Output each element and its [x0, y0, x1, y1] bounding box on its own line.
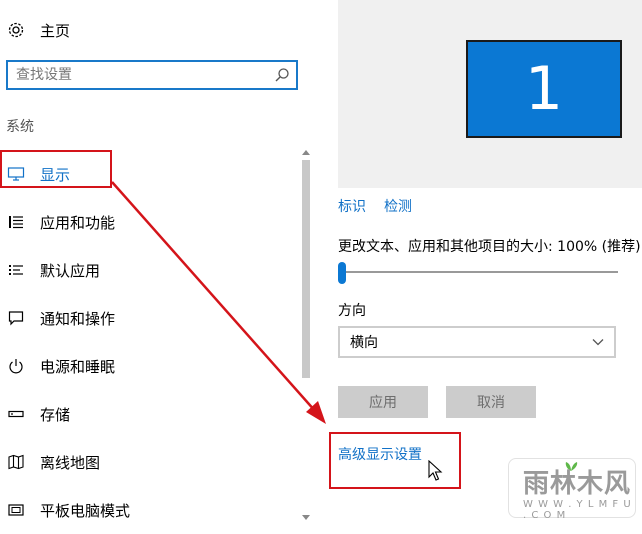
- sidebar-item-offline-maps[interactable]: 离线地图: [0, 438, 300, 486]
- chevron-down-icon: [592, 336, 604, 348]
- scroll-down-icon[interactable]: [302, 515, 310, 520]
- sidebar-item-notifications[interactable]: 通知和操作: [0, 294, 300, 342]
- watermark-logo: 雨林木风 W W W . Y L M F U . C O M: [508, 458, 636, 521]
- settings-sidebar: 主页 系统 显示 应用和功能 默认应用: [0, 0, 318, 522]
- sidebar-item-label: 离线地图: [40, 453, 101, 472]
- sidebar-item-storage[interactable]: 存储: [0, 390, 300, 438]
- sidebar-item-tablet-mode[interactable]: 平板电脑模式: [0, 486, 300, 534]
- sidebar-item-label: 通知和操作: [40, 309, 116, 328]
- sidebar-item-label: 电源和睡眠: [40, 357, 116, 376]
- sidebar-item-label: 应用和功能: [40, 213, 116, 232]
- gear-icon: [6, 20, 26, 40]
- watermark-brand: 雨林木风: [523, 469, 632, 499]
- orientation-value: 横向: [350, 335, 378, 351]
- display-preview: 1: [338, 0, 642, 188]
- tablet-icon: [6, 500, 26, 520]
- watermark-url: W W W . Y L M F U . C O M: [523, 499, 632, 521]
- sidebar-nav: 显示 应用和功能 默认应用 通知和操作 电源和睡眠 存储 离线地图 平板电脑模式: [0, 150, 300, 534]
- sidebar-item-label: 默认应用: [40, 261, 101, 280]
- sidebar-scrollbar[interactable]: [301, 150, 311, 522]
- identify-link[interactable]: 标识: [338, 196, 366, 216]
- search-input[interactable]: [8, 62, 276, 88]
- notification-icon: [6, 308, 26, 328]
- slider-thumb[interactable]: [338, 262, 346, 284]
- orientation-label: 方向: [338, 303, 366, 319]
- scrollbar-thumb[interactable]: [302, 160, 310, 378]
- apply-button[interactable]: 应用: [338, 386, 428, 418]
- storage-icon: [6, 404, 26, 424]
- slider-track: [338, 271, 618, 273]
- orientation-select[interactable]: 横向: [338, 326, 616, 358]
- scale-slider[interactable]: [338, 260, 618, 284]
- map-icon: [6, 452, 26, 472]
- section-label-system: 系统: [6, 119, 34, 135]
- sidebar-item-label: 存储: [40, 405, 71, 424]
- highlight-box-display: [0, 150, 112, 188]
- detect-link[interactable]: 检测: [384, 196, 412, 216]
- monitor-tile[interactable]: 1: [466, 40, 622, 138]
- cancel-button[interactable]: 取消: [446, 386, 536, 418]
- home-label: 主页: [40, 21, 71, 40]
- sidebar-item-power[interactable]: 电源和睡眠: [0, 342, 300, 390]
- sidebar-item-apps[interactable]: 应用和功能: [0, 198, 300, 246]
- monitor-number: 1: [524, 54, 564, 124]
- display-links: 标识 检测: [338, 196, 412, 216]
- home-item[interactable]: 主页: [6, 14, 70, 46]
- sidebar-item-default-apps[interactable]: 默认应用: [0, 246, 300, 294]
- power-icon: [6, 356, 26, 376]
- sidebar-item-label: 平板电脑模式: [40, 501, 131, 520]
- scale-label: 更改文本、应用和其他项目的大小: 100% (推荐): [338, 239, 641, 255]
- default-apps-icon: [6, 260, 26, 280]
- scroll-up-icon[interactable]: [302, 150, 310, 155]
- search-box[interactable]: [6, 60, 298, 90]
- apps-list-icon: [6, 212, 26, 232]
- search-icon[interactable]: [274, 67, 290, 83]
- mouse-cursor-icon: [428, 460, 443, 481]
